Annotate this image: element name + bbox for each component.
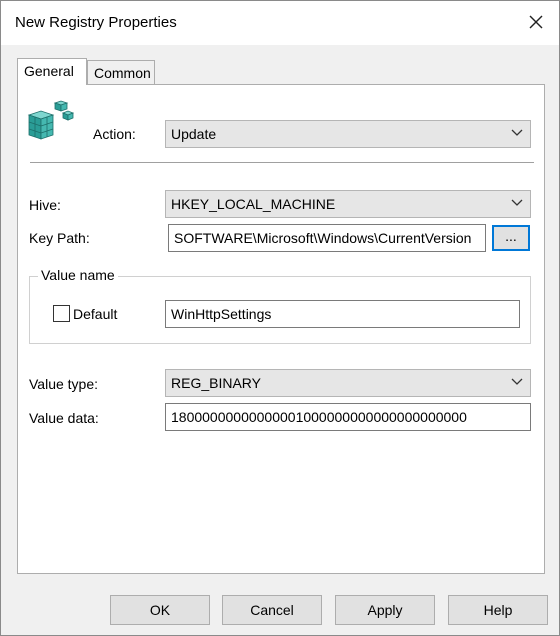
title-bar: New Registry Properties — [1, 1, 559, 45]
hive-value: HKEY_LOCAL_MACHINE — [171, 196, 336, 212]
cancel-button[interactable]: Cancel — [222, 595, 322, 625]
ok-button[interactable]: OK — [110, 595, 210, 625]
browse-button[interactable]: ... — [492, 225, 530, 251]
window-title: New Registry Properties — [15, 14, 177, 31]
chevron-down-icon — [511, 129, 523, 136]
general-tab-panel: Action: Update Hive: HKEY_LOCAL_MACHINE … — [17, 84, 545, 574]
close-icon — [529, 15, 543, 29]
default-checkbox[interactable] — [53, 305, 70, 322]
action-dropdown[interactable]: Update — [165, 120, 531, 148]
registry-properties-dialog: New Registry Properties General Common A… — [0, 0, 560, 636]
value-data-input[interactable]: 18000000000000001000000000000000000000 — [165, 403, 531, 431]
hive-dropdown[interactable]: HKEY_LOCAL_MACHINE — [165, 190, 531, 218]
section-divider — [30, 162, 534, 164]
default-label: Default — [73, 306, 118, 322]
value-type-value: REG_BINARY — [171, 375, 261, 391]
keypath-label: Key Path: — [29, 230, 90, 246]
tab-general[interactable]: General — [17, 58, 87, 85]
action-value: Update — [171, 126, 217, 142]
value-type-label: Value type: — [29, 376, 99, 392]
value-type-dropdown[interactable]: REG_BINARY — [165, 369, 531, 397]
tab-common[interactable]: Common — [87, 60, 155, 85]
tab-general-label: General — [24, 63, 74, 79]
keypath-input[interactable]: SOFTWARE\Microsoft\Windows\CurrentVersio… — [168, 224, 486, 252]
tab-common-label: Common — [94, 65, 151, 81]
value-name-group-title: Value name — [38, 267, 118, 283]
chevron-down-icon — [511, 199, 523, 206]
close-button[interactable] — [517, 5, 555, 39]
registry-icon — [27, 100, 75, 140]
value-name-input[interactable]: WinHttpSettings — [165, 300, 520, 328]
chevron-down-icon — [511, 378, 523, 385]
apply-button[interactable]: Apply — [335, 595, 435, 625]
help-button[interactable]: Help — [448, 595, 548, 625]
value-data-label: Value data: — [29, 410, 99, 426]
action-label: Action: — [93, 126, 136, 142]
hive-label: Hive: — [29, 197, 61, 213]
